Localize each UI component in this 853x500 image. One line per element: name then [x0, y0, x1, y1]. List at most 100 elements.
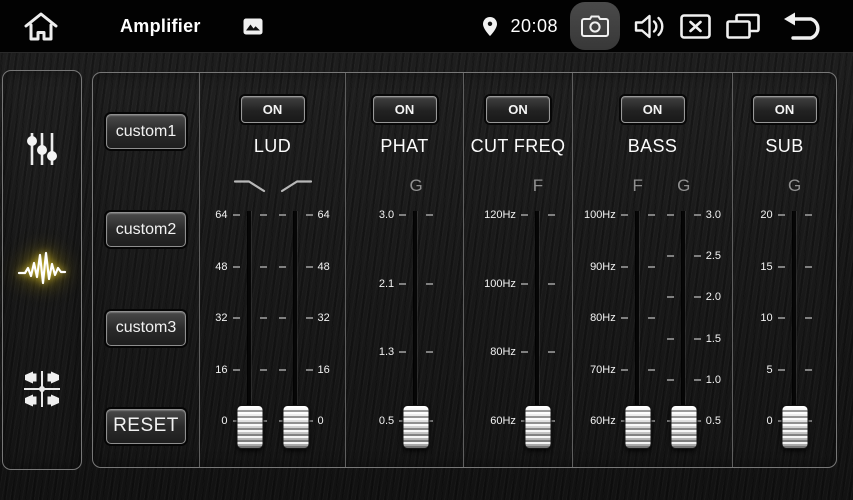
sidebar-panel: [2, 70, 82, 470]
column-cut-freq: ON CUT FREQ F120Hz100Hz80Hz60Hz: [464, 73, 573, 467]
slider-thumb[interactable]: [403, 405, 430, 449]
tick-mark: [260, 369, 267, 371]
slider-scale: 120Hz100Hz80Hz60Hz: [480, 209, 520, 427]
tick-mark: [260, 214, 267, 216]
scale-label: 32: [215, 312, 227, 324]
volume-icon[interactable]: [634, 13, 666, 40]
slider-cut-freq-1: F120Hz100Hz80Hz60Hz: [480, 175, 556, 449]
column-title: LUD: [254, 136, 291, 157]
slider-bass-1: F100Hz90Hz80Hz70Hz60Hz: [580, 175, 656, 449]
tick-mark: [667, 214, 674, 216]
column-title: CUT FREQ: [471, 136, 566, 157]
scale-label: 0: [221, 415, 227, 427]
scale-label: 70Hz: [590, 364, 616, 376]
scale-label: 0.5: [379, 415, 394, 427]
tick-column: [426, 209, 433, 427]
slider-lud-2: 644832160: [278, 175, 334, 449]
tick-mark: [648, 266, 655, 268]
tick-mark: [648, 369, 655, 371]
tick-column: [805, 209, 812, 427]
page-title: Amplifier: [120, 16, 201, 37]
slider-scale: 3.02.11.30.5: [375, 209, 398, 427]
slider-thumb[interactable]: [524, 405, 551, 449]
column-title: SUB: [765, 136, 803, 157]
tick-mark: [648, 214, 655, 216]
scale-label: 16: [215, 364, 227, 376]
screenshot-button[interactable]: [570, 2, 620, 50]
preset-custom2-button[interactable]: custom2: [106, 212, 186, 247]
preset-custom3-button[interactable]: custom3: [106, 311, 186, 346]
scale-label: 3.0: [379, 209, 394, 221]
on-button-bass[interactable]: ON: [621, 96, 685, 123]
tick-mark: [279, 317, 286, 319]
tick-mark: [521, 283, 528, 285]
tick-mark: [548, 351, 555, 353]
tick-mark: [279, 369, 286, 371]
preset-custom1-button[interactable]: custom1: [106, 114, 186, 149]
tick-column: [648, 209, 655, 427]
back-icon[interactable]: [781, 11, 827, 41]
slider-track-bass-2[interactable]: [666, 209, 702, 449]
tick-mark: [778, 317, 785, 319]
slider-track-lud-2[interactable]: [278, 209, 314, 449]
reset-button[interactable]: RESET: [106, 409, 186, 444]
on-button-sub[interactable]: ON: [753, 96, 817, 123]
sidebar-item-equalizer[interactable]: [16, 123, 68, 175]
home-icon[interactable]: [22, 10, 60, 42]
tick-mark: [399, 283, 406, 285]
tick-mark: [621, 214, 628, 216]
tick-mark: [233, 317, 240, 319]
scale-label: 10: [760, 312, 772, 324]
on-button-cut-freq[interactable]: ON: [486, 96, 550, 123]
slider-thumb[interactable]: [282, 405, 309, 449]
tick-mark: [279, 214, 286, 216]
slider-lud-1: 644832160: [211, 175, 267, 449]
tick-mark: [694, 379, 701, 381]
scale-label: 2.1: [379, 278, 394, 290]
tick-mark: [548, 214, 555, 216]
column-title: PHAT: [380, 136, 428, 157]
slider-thumb[interactable]: [781, 405, 808, 449]
scale-label: 5: [767, 364, 773, 376]
tick-mark: [667, 338, 674, 340]
tick-mark: [260, 266, 267, 268]
tick-column: [694, 209, 701, 427]
scale-label: 0: [767, 415, 773, 427]
slider-thumb[interactable]: [236, 405, 263, 449]
tick-mark: [648, 317, 655, 319]
speaker-balance-icon: [21, 368, 63, 410]
tick-column: [521, 209, 528, 427]
slider-scale: 100Hz90Hz80Hz70Hz60Hz: [580, 209, 620, 427]
slider-track-phat-1[interactable]: [398, 209, 434, 449]
tick-mark: [805, 317, 812, 319]
recent-apps-icon[interactable]: [725, 13, 761, 40]
close-icon[interactable]: [680, 14, 711, 39]
column-lud: ONLUD644832160644832160: [200, 73, 346, 467]
slider-thumb[interactable]: [624, 405, 651, 449]
sidebar-item-effects[interactable]: [16, 243, 68, 295]
tick-mark: [521, 214, 528, 216]
tick-mark: [306, 317, 313, 319]
gallery-icon: [243, 18, 263, 35]
sidebar-item-balance[interactable]: [16, 363, 68, 415]
tick-mark: [694, 338, 701, 340]
on-button-phat[interactable]: ON: [373, 96, 437, 123]
scale-label: 0: [318, 415, 324, 427]
waveform-icon: [17, 249, 67, 289]
slider-track-cut-freq-1[interactable]: [520, 209, 556, 449]
tick-mark: [778, 266, 785, 268]
on-button-lud[interactable]: ON: [241, 96, 305, 123]
slider-track-sub-1[interactable]: [777, 209, 813, 449]
slider-scale: 644832160: [314, 209, 334, 427]
tick-mark: [306, 266, 313, 268]
tick-column: [233, 209, 240, 427]
scale-label: 1.0: [706, 374, 721, 386]
scale-label: 80Hz: [590, 312, 616, 324]
column-phat: ONPHATG3.02.11.30.5: [346, 73, 464, 467]
slider-thumb[interactable]: [670, 405, 697, 449]
slider-track-lud-1[interactable]: [232, 209, 268, 449]
slider-track-bass-1[interactable]: [620, 209, 656, 449]
tick-mark: [621, 369, 628, 371]
topbar: Amplifier 20:08: [0, 0, 853, 53]
tick-mark: [306, 214, 313, 216]
